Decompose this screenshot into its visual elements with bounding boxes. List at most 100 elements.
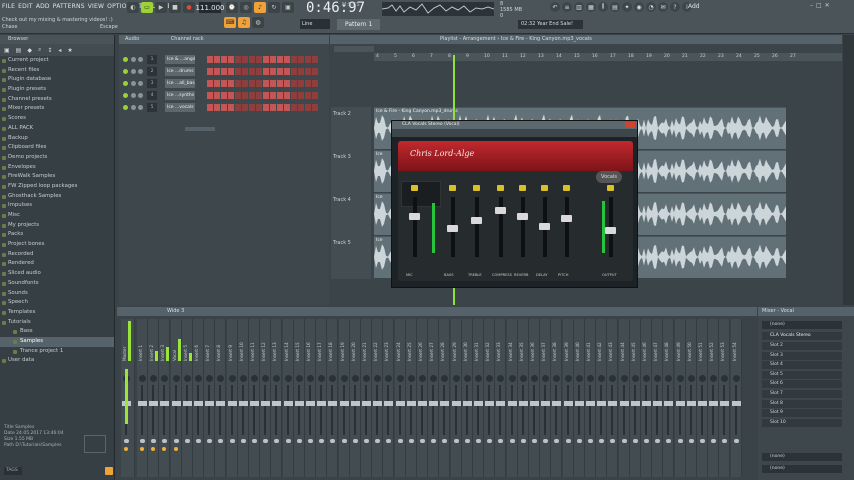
volume-fader[interactable]	[182, 401, 192, 406]
route-toggle[interactable]	[151, 447, 156, 451]
mixer-strip[interactable]: Insert 44	[618, 319, 630, 477]
step-sequencer[interactable]	[207, 92, 318, 99]
step-button[interactable]	[298, 68, 304, 75]
mute-toggle[interactable]	[543, 439, 549, 443]
control-led[interactable]	[497, 185, 504, 191]
step-button[interactable]	[298, 92, 304, 99]
pan-knob[interactable]	[687, 375, 695, 382]
browser-item[interactable]: Impulses	[0, 201, 114, 211]
step-button[interactable]	[235, 80, 241, 87]
step-button[interactable]	[298, 56, 304, 63]
mute-toggle[interactable]	[464, 439, 470, 443]
route-toggle[interactable]	[173, 447, 178, 451]
browser-item[interactable]: Demo projects	[0, 153, 114, 163]
volume-fader[interactable]	[250, 401, 259, 406]
mixer-strip[interactable]: Insert 7	[204, 319, 216, 477]
step-button[interactable]	[284, 80, 290, 87]
step-button[interactable]	[270, 92, 276, 99]
volume-fader[interactable]	[586, 401, 595, 406]
search-icon[interactable]	[105, 467, 113, 475]
pan-knob[interactable]	[721, 375, 729, 382]
mute-toggle[interactable]	[207, 439, 213, 443]
loop-icon[interactable]: ↻	[268, 2, 280, 13]
mute-toggle[interactable]	[733, 439, 739, 443]
pan-knob[interactable]	[150, 375, 158, 382]
pan-knob[interactable]	[363, 375, 370, 382]
volume-fader[interactable]	[619, 401, 629, 406]
fader-handle[interactable]	[561, 215, 572, 222]
volume-fader[interactable]	[518, 401, 528, 406]
fader-handle[interactable]	[517, 213, 528, 220]
mixer-strip[interactable]: Insert 25	[405, 319, 417, 477]
mixer-strip[interactable]: Insert 26	[417, 319, 428, 477]
fx-slot[interactable]: Slot 4	[762, 361, 842, 370]
step-button[interactable]	[256, 80, 262, 87]
step-button[interactable]	[235, 92, 241, 99]
pattern-selector[interactable]: Pattern 1	[337, 19, 380, 30]
mute-toggle[interactable]	[408, 439, 414, 443]
channel-vol-knob[interactable]	[138, 57, 143, 62]
browser-item[interactable]: Speech	[0, 298, 114, 308]
volume-fader[interactable]	[496, 401, 506, 406]
mixer-strip[interactable]: Insert 27	[428, 319, 440, 477]
fx-slot-1[interactable]: CLA Vocals Stereo	[762, 332, 842, 340]
step-button[interactable]	[284, 56, 290, 63]
volume-fader[interactable]	[328, 401, 338, 406]
mixer-strip[interactable]: Insert 8	[215, 319, 227, 477]
mute-toggle[interactable]	[330, 439, 336, 443]
pan-knob[interactable]	[374, 375, 382, 382]
mute-toggle[interactable]	[487, 439, 493, 443]
browser-item[interactable]: FW Zipped loop packages	[0, 182, 114, 192]
pan-knob[interactable]	[419, 375, 426, 382]
fx-slot[interactable]: Slot 7	[762, 390, 842, 398]
pan-knob[interactable]	[228, 375, 236, 382]
mixer-strip[interactable]: Insert 2	[148, 319, 160, 477]
mute-toggle[interactable]	[162, 439, 168, 443]
metronome-icon[interactable]: ◐	[127, 2, 139, 13]
browser-item[interactable]: Recent files	[0, 66, 114, 76]
mixer-strip[interactable]: Insert 29	[450, 319, 462, 477]
channel-mixer-track[interactable]: 5	[147, 103, 157, 112]
step-button[interactable]	[228, 68, 234, 75]
step-button[interactable]	[214, 80, 220, 87]
pan-knob[interactable]	[195, 375, 202, 382]
mixer-strip[interactable]: Insert 49	[674, 319, 686, 477]
mute-toggle[interactable]	[509, 439, 515, 443]
step-button[interactable]	[277, 92, 283, 99]
control-led[interactable]	[473, 185, 480, 191]
mute-toggle[interactable]	[296, 439, 302, 443]
volume-fader[interactable]	[530, 401, 539, 406]
step-button[interactable]	[256, 104, 262, 111]
pan-knob[interactable]	[452, 375, 460, 382]
mute-toggle[interactable]	[576, 439, 582, 443]
blend-icon[interactable]: ♪	[254, 2, 266, 13]
mixer-strip[interactable]: Insert 40	[573, 319, 585, 477]
mute-toggle[interactable]	[442, 439, 448, 443]
close-icon[interactable]: ✕	[825, 2, 830, 9]
volume-fader[interactable]	[731, 401, 741, 406]
volume-fader[interactable]	[261, 401, 271, 406]
mixer-strip[interactable]: Insert 5	[181, 319, 193, 477]
step-button[interactable]	[305, 104, 311, 111]
step-button[interactable]	[221, 92, 227, 99]
volume-fader[interactable]	[709, 401, 719, 406]
mixer-strip[interactable]: Insert 53	[719, 319, 731, 477]
mute-toggle[interactable]	[565, 439, 571, 443]
mixer-strip[interactable]: Insert 24	[394, 319, 406, 477]
mute-toggle[interactable]	[285, 439, 291, 443]
mute-toggle[interactable]	[655, 439, 661, 443]
record-button[interactable]: ●	[183, 2, 195, 13]
volume-fader[interactable]	[653, 401, 663, 406]
step-button[interactable]	[305, 92, 311, 99]
mixer-strip[interactable]: Insert 17	[316, 319, 328, 477]
menu-item-edit[interactable]: EDIT	[18, 3, 33, 10]
step-button[interactable]	[277, 104, 283, 111]
step-button[interactable]	[249, 68, 255, 75]
volume-fader[interactable]	[238, 401, 248, 406]
mixer-strip[interactable]: Insert 18	[327, 319, 339, 477]
browser-item[interactable]: Project bones	[0, 240, 114, 250]
mute-toggle[interactable]	[196, 439, 201, 443]
tag-icon[interactable]: ◆	[27, 47, 32, 54]
channel-pan-knob[interactable]	[131, 57, 136, 62]
step-button[interactable]	[214, 68, 220, 75]
